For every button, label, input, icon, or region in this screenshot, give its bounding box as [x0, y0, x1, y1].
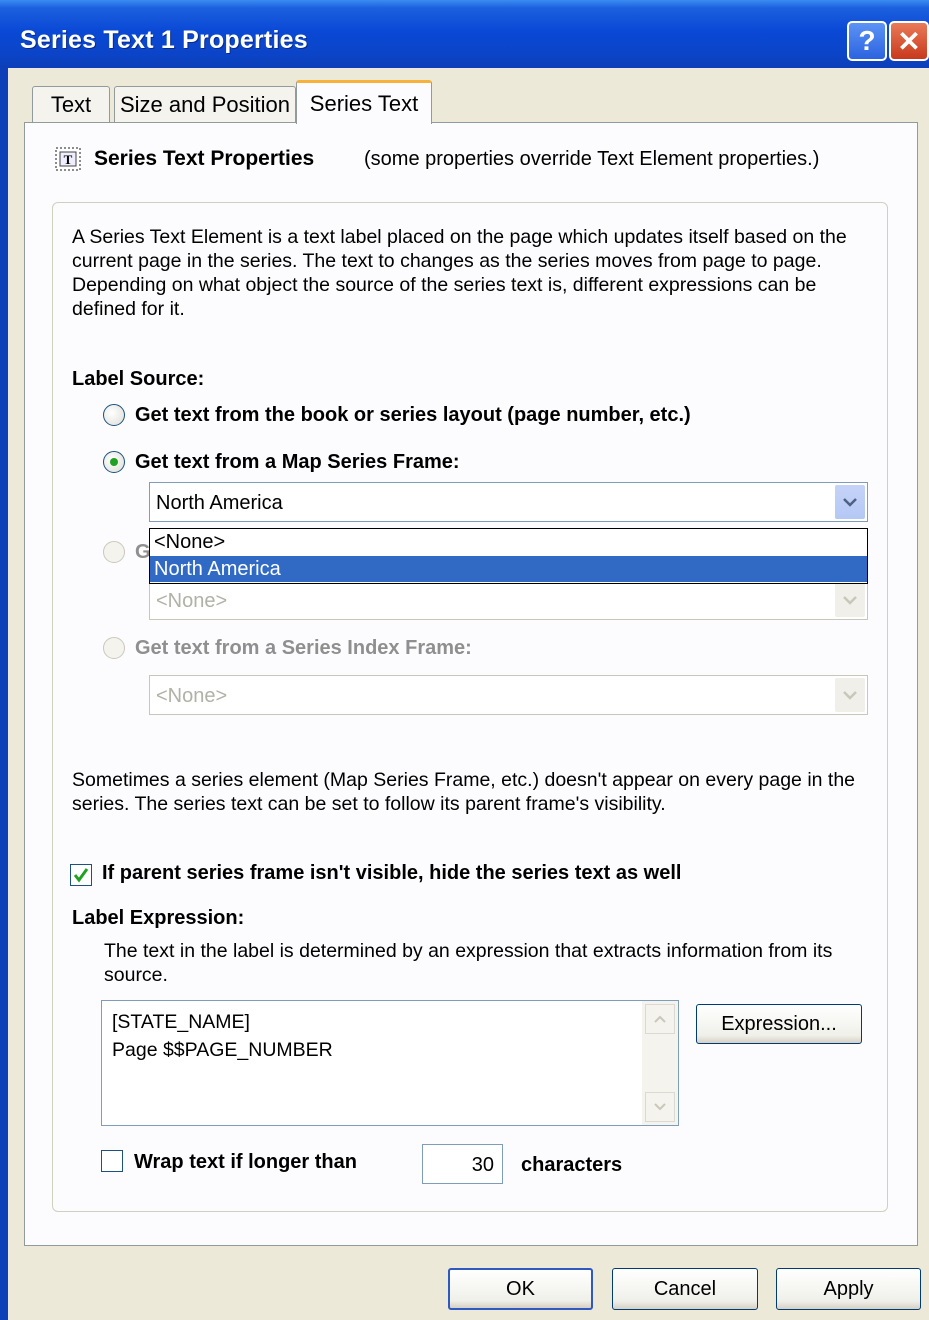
scroll-down-button[interactable] — [645, 1092, 675, 1122]
series-index-frame-combo[interactable]: <None> — [149, 675, 868, 715]
apply-button[interactable]: Apply — [776, 1268, 921, 1310]
scroll-up-button[interactable] — [645, 1004, 675, 1034]
expression-line: Page $$PAGE_NUMBER — [112, 1039, 333, 1061]
label-expression-description: The text in the label is determined by a… — [104, 940, 833, 986]
help-button[interactable]: ? — [847, 21, 887, 61]
label-expression-heading: Label Expression: — [72, 907, 245, 929]
radio-map-series-frame[interactable] — [103, 451, 125, 473]
map-series-frame-combo[interactable]: North America — [149, 482, 868, 522]
tab-size-and-position[interactable]: Size and Position — [114, 86, 296, 122]
expression-button[interactable]: Expression... — [696, 1004, 862, 1044]
tab-series-text[interactable]: Series Text — [296, 80, 432, 124]
section-note: (some properties override Text Element p… — [364, 148, 820, 170]
series-text-icon: T — [55, 147, 81, 171]
window-frame-left — [0, 68, 8, 1320]
characters-label: characters — [521, 1154, 623, 1176]
hide-series-text-label[interactable]: If parent series frame isn't visible, hi… — [102, 862, 681, 885]
vertical-scrollbar[interactable] — [642, 1001, 678, 1125]
chevron-down-icon — [654, 1103, 666, 1111]
combo-dropdown-button[interactable] — [835, 583, 865, 617]
radio-series-index-frame[interactable] — [103, 637, 125, 659]
combo-dropdown-button[interactable] — [835, 485, 865, 519]
radio-map-series-frame-label[interactable]: Get text from a Map Series Frame: — [135, 451, 460, 474]
chevron-down-icon — [843, 498, 857, 507]
dropdown-item-none[interactable]: <None> — [150, 529, 867, 555]
radio-selected-dot — [110, 458, 118, 466]
combo-value: North America — [156, 492, 283, 514]
radio-option-three[interactable] — [103, 541, 125, 563]
chevron-down-icon — [843, 691, 857, 700]
wrap-length-input[interactable]: 30 — [422, 1144, 503, 1184]
chevron-down-icon — [843, 596, 857, 605]
visibility-description: Sometimes a series element (Map Series F… — [72, 769, 856, 815]
combo-dropdown-button[interactable] — [835, 678, 865, 712]
combo-value: <None> — [156, 590, 228, 612]
chevron-up-icon — [654, 1015, 666, 1023]
check-mark-icon — [73, 868, 89, 883]
disabled-combo-three[interactable]: <None> — [149, 580, 868, 620]
svg-text:T: T — [64, 152, 73, 167]
section-heading: Series Text Properties — [94, 147, 315, 170]
help-icon: ? — [858, 25, 876, 56]
wrap-text-label[interactable]: Wrap text if longer than — [134, 1151, 357, 1174]
wrap-length-value: 30 — [471, 1154, 494, 1176]
dropdown-item-north-america[interactable]: North America — [150, 556, 867, 582]
hide-series-text-checkbox[interactable] — [70, 864, 92, 886]
radio-book-layout[interactable] — [103, 404, 125, 426]
map-frame-dropdown-list[interactable]: <None> North America — [149, 528, 868, 584]
close-button[interactable]: ✕ — [889, 21, 929, 61]
close-icon: ✕ — [897, 25, 921, 57]
cancel-button[interactable]: Cancel — [612, 1268, 758, 1310]
ok-button[interactable]: OK — [448, 1268, 593, 1310]
window-title: Series Text 1 Properties — [20, 26, 308, 54]
expression-textarea[interactable]: [STATE_NAME] Page $$PAGE_NUMBER — [101, 1000, 679, 1126]
description-text: A Series Text Element is a text label pl… — [72, 226, 847, 320]
tab-text[interactable]: Text — [32, 86, 110, 122]
expression-line: [STATE_NAME] — [112, 1011, 250, 1033]
radio-series-index-frame-label: Get text from a Series Index Frame: — [135, 637, 472, 659]
combo-value: <None> — [156, 685, 228, 707]
radio-book-layout-label[interactable]: Get text from the book or series layout … — [135, 404, 691, 427]
wrap-text-checkbox[interactable] — [101, 1150, 123, 1172]
label-source-heading: Label Source: — [72, 368, 205, 390]
